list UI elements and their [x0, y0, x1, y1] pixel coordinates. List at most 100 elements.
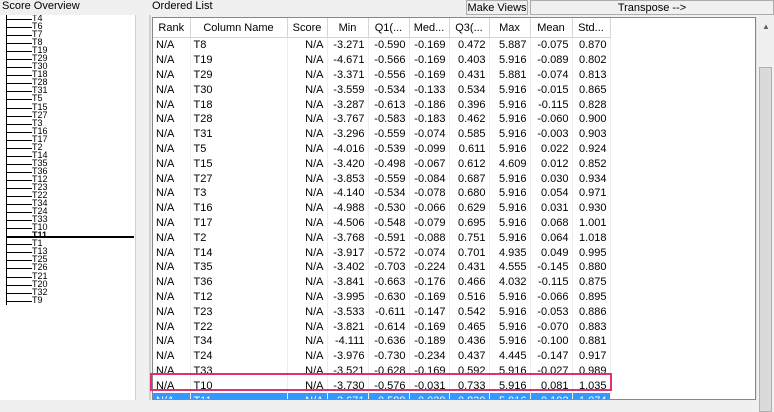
scrollbar-thumb[interactable]: [759, 67, 772, 412]
column-header[interactable]: Std...: [572, 18, 611, 38]
tree-item[interactable]: T25: [0, 254, 135, 265]
table-row[interactable]: N/A T30 N/A -3.559 -0.534 -0.133 0.534 5.916 -0.…: [153, 82, 611, 98]
tree-item[interactable]: T22: [0, 190, 135, 201]
table-row[interactable]: N/A T12 N/A -3.995 -0.630 -0.169 0.516 5.916 -0.…: [153, 289, 611, 305]
table-row[interactable]: N/A T27 N/A -3.853 -0.559 -0.084 0.687 5.916 0.0…: [153, 171, 611, 186]
table-cell: T35: [190, 259, 288, 275]
tree-tick-line: [6, 284, 32, 286]
tree-item[interactable]: T16: [0, 126, 135, 136]
tree-item[interactable]: T30: [0, 61, 135, 72]
table-row[interactable]: N/A T19 N/A -4.671 -0.566 -0.169 0.403 5.916 -0.…: [153, 52, 611, 68]
table-cell: 0.881: [572, 333, 611, 349]
tree-scrollbar[interactable]: [135, 15, 150, 400]
tree-item[interactable]: T5: [0, 93, 135, 104]
tree-item[interactable]: T21: [0, 271, 135, 281]
table-row[interactable]: N/A T34 N/A -4.111 -0.636 -0.189 0.436 5.916 -0.…: [153, 333, 611, 349]
tree-item[interactable]: T27: [0, 110, 135, 120]
tree-item[interactable]: T3: [0, 118, 135, 128]
table-row[interactable]: N/A T24 N/A -3.976 -0.730 -0.234 0.437 4.445 -0.…: [153, 348, 611, 364]
table-cell: 0.971: [572, 185, 611, 201]
tree-item[interactable]: T15: [0, 102, 135, 112]
tree-item[interactable]: T17: [0, 134, 135, 144]
tree-item[interactable]: T7: [0, 29, 135, 40]
tree-item[interactable]: T33: [0, 214, 135, 225]
table-row[interactable]: N/A T16 N/A -4.988 -0.530 -0.066 0.629 5.916 0.0…: [153, 200, 611, 216]
tree-item[interactable]: T18: [0, 69, 135, 80]
tree-item[interactable]: T6: [0, 21, 135, 32]
column-header[interactable]: Column Name: [190, 18, 288, 38]
table-row[interactable]: N/A T14 N/A -3.917 -0.572 -0.074 0.701 4.935 0.0…: [153, 245, 611, 260]
tree-item[interactable]: T2: [0, 142, 135, 152]
column-header[interactable]: Med...: [409, 18, 450, 38]
tree-item[interactable]: T4: [0, 15, 135, 24]
table-cell: -0.066: [530, 289, 573, 305]
table-row[interactable]: N/A T5 N/A -4.016 -0.539 -0.099 0.611 5.916 0.02…: [153, 141, 611, 157]
table-row[interactable]: N/A T17 N/A -4.506 -0.548 -0.079 0.695 5.916 0.0…: [153, 215, 611, 231]
table-cell: 0.031: [530, 200, 573, 216]
table-cell: 5.887: [489, 37, 531, 53]
make-views-button[interactable]: Make Views: [466, 0, 528, 15]
tree-item[interactable]: T32: [0, 287, 135, 297]
table-cell: 0.989: [572, 363, 611, 379]
tree-tick-line: [6, 139, 32, 141]
table-cell: N/A: [287, 171, 328, 186]
tree-item[interactable]: T1: [0, 238, 135, 249]
table-cell: 5.916: [489, 230, 531, 246]
table-row[interactable]: N/A T31 N/A -3.296 -0.559 -0.074 0.585 5.916 -0.…: [153, 126, 611, 142]
score-overview-tree[interactable]: T4 T6 T7 T8 T19 T29 T30 T18 T28 T31 T5 T15 T27 T3 T16 T…: [0, 15, 136, 400]
tree-item[interactable]: T24: [0, 206, 135, 217]
tree-item[interactable]: T9: [0, 295, 135, 305]
table-cell: 0.436: [449, 333, 490, 349]
table-row[interactable]: N/A T33 N/A -3.521 -0.628 -0.169 0.592 5.916 -0.…: [153, 363, 611, 379]
table-row[interactable]: N/A T2 N/A -3.768 -0.591 -0.088 0.751 5.916 0.06…: [153, 230, 611, 246]
table-row[interactable]: N/A T3 N/A -4.140 -0.534 -0.078 0.680 5.916 0.05…: [153, 185, 611, 201]
column-header[interactable]: Q3(...: [449, 18, 490, 38]
table-row[interactable]: N/A T36 N/A -3.841 -0.663 -0.176 0.466 4.032 -0.…: [153, 274, 611, 290]
table-cell: T23: [190, 304, 288, 320]
table-cell: 5.916: [489, 200, 531, 216]
scroll-up-icon[interactable]: ▲: [758, 19, 774, 35]
tree-item[interactable]: T31: [0, 85, 135, 96]
tree-item[interactable]: T13: [0, 246, 135, 257]
tree-tick-line: [6, 75, 32, 77]
table-row[interactable]: N/A T10 N/A -3.730 -0.576 -0.031 0.733 5.916 0.0…: [153, 378, 611, 394]
column-header[interactable]: Min: [327, 18, 369, 38]
column-header[interactable]: Score: [287, 18, 328, 38]
table-cell: 5.916: [489, 141, 531, 157]
table-row[interactable]: N/A T23 N/A -3.533 -0.611 -0.147 0.542 5.916 -0.…: [153, 304, 611, 320]
table-cell: -0.539: [368, 141, 410, 157]
table-row[interactable]: N/A T29 N/A -3.371 -0.556 -0.169 0.431 5.881 -0.…: [153, 67, 611, 83]
tree-item[interactable]: T14: [0, 150, 135, 160]
tree-item[interactable]: T36: [0, 166, 135, 176]
tree-item[interactable]: T29: [0, 53, 135, 64]
table-row[interactable]: N/A T8 N/A -3.271 -0.590 -0.169 0.472 5.887 -0.0…: [153, 37, 611, 53]
tree-item[interactable]: T35: [0, 158, 135, 168]
table-cell: -0.074: [530, 67, 573, 83]
table-cell: 0.865: [572, 82, 611, 98]
table-row[interactable]: N/A T28 N/A -3.767 -0.583 -0.183 0.462 5.916 -0.…: [153, 111, 611, 127]
table-row[interactable]: N/A T35 N/A -3.402 -0.703 -0.224 0.431 4.555 -0.…: [153, 259, 611, 275]
transpose-button[interactable]: Transpose -->: [530, 0, 774, 15]
table-row[interactable]: N/A T22 N/A -3.821 -0.614 -0.169 0.465 5.916 -0.…: [153, 319, 611, 334]
tree-item[interactable]: T12: [0, 174, 135, 184]
column-header[interactable]: Q1(...: [368, 18, 410, 38]
tree-item[interactable]: T23: [0, 182, 135, 193]
tree-item[interactable]: T10: [0, 222, 135, 233]
tree-item[interactable]: T20: [0, 279, 135, 289]
column-header[interactable]: Max: [489, 18, 531, 38]
tree-item[interactable]: T11: [0, 230, 135, 241]
tree-item[interactable]: T28: [0, 77, 135, 88]
table-cell: N/A: [287, 304, 328, 320]
pane-splitter[interactable]: [149, 15, 151, 400]
tree-item[interactable]: T8: [0, 37, 135, 48]
table-scrollbar[interactable]: ▲: [756, 17, 774, 412]
table-row[interactable]: N/A T15 N/A -3.420 -0.498 -0.067 0.612 4.609 0.0…: [153, 156, 611, 172]
table-row[interactable]: N/AT11N/A-3.671-0.589-0.0290.8305.9160.1…: [153, 393, 611, 399]
column-header[interactable]: Rank: [153, 18, 191, 38]
column-header[interactable]: Mean: [530, 18, 573, 38]
tree-item[interactable]: T34: [0, 198, 135, 209]
tree-item[interactable]: T26: [0, 262, 135, 273]
tree-item[interactable]: T19: [0, 45, 135, 56]
table-row[interactable]: N/A T18 N/A -3.287 -0.613 -0.186 0.396 5.916 -0.…: [153, 97, 611, 112]
table-cell: 0.828: [572, 97, 611, 112]
